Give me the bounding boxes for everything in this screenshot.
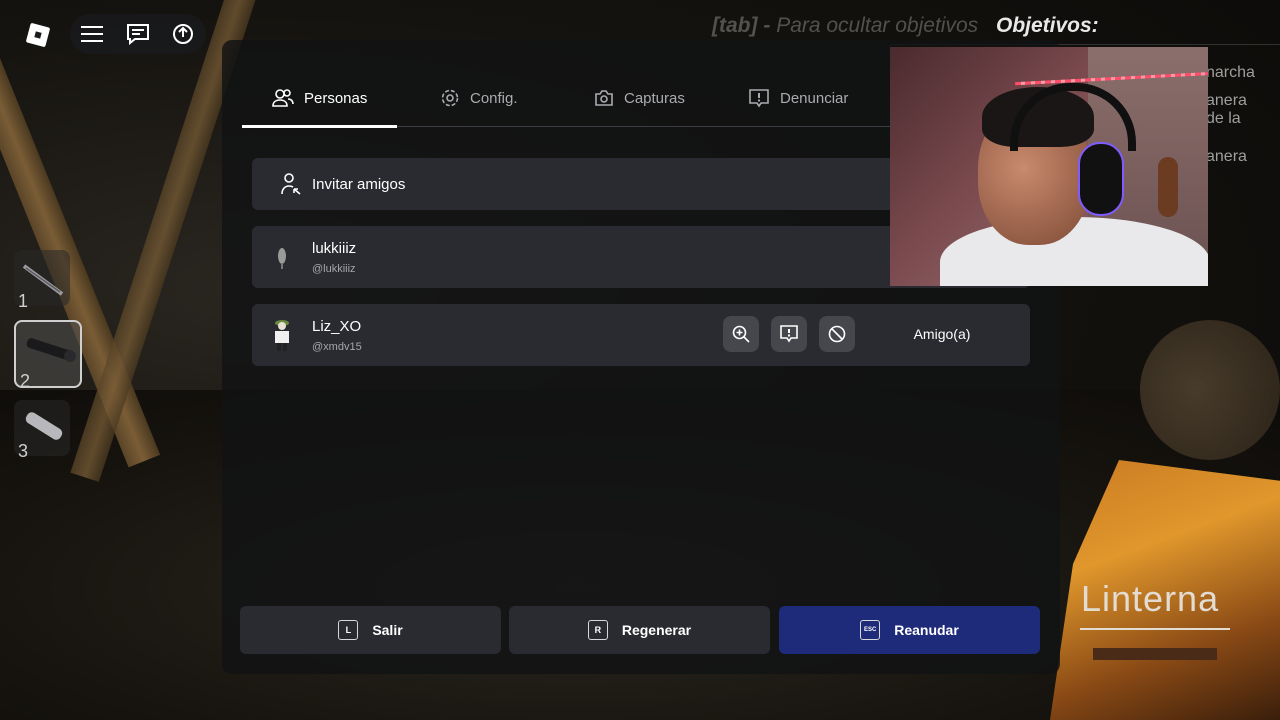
flashlight-icon (26, 338, 76, 362)
roblox-topbar (70, 14, 206, 54)
wooden-post (1140, 320, 1280, 460)
button-label: Salir (372, 622, 403, 638)
hotbar-slot-2[interactable]: 2 (14, 320, 82, 391)
report-player-button[interactable] (771, 316, 807, 352)
inspect-button[interactable] (723, 316, 759, 352)
avatar-switch-icon[interactable] (168, 19, 198, 49)
tab-denunciar[interactable]: Denunciar (748, 70, 848, 126)
tab-capturas[interactable]: Capturas (594, 70, 685, 126)
slot-number: 3 (18, 441, 29, 461)
button-label: Reanudar (894, 622, 959, 638)
tool-underline (1080, 628, 1230, 630)
key-hint: R (587, 620, 608, 640)
objective-item: de la (1206, 110, 1241, 127)
button-label: Regenerar (621, 622, 692, 638)
friend-status: Amigo(a) (913, 326, 971, 342)
objectives-header: [tab] - Para ocultar objetivos Objetivos… (712, 14, 1099, 38)
roblox-logo-icon[interactable] (24, 21, 52, 49)
player-display-name: lukkiiiz (312, 240, 357, 257)
leave-button[interactable]: L Salir (240, 606, 501, 654)
people-icon (272, 89, 294, 107)
resume-button[interactable]: ESC Reanudar (779, 606, 1040, 654)
key-hint: ESC (860, 620, 881, 640)
gear-icon (441, 89, 459, 107)
invite-person-icon (281, 173, 301, 195)
objectives-list: narcha anera de la anera (1206, 64, 1280, 166)
tab-label: Config. (470, 89, 518, 107)
slot-number: 1 (18, 291, 29, 311)
zoom-in-icon (732, 325, 750, 343)
objective-item: anera (1206, 148, 1247, 165)
tool-bar (1093, 648, 1217, 660)
objective-item: narcha (1206, 64, 1255, 81)
equipped-tool-name: Linterna (1081, 578, 1220, 619)
guitar (1158, 157, 1178, 217)
tab-label: Denunciar (780, 89, 849, 107)
headset-icon (1078, 142, 1124, 216)
report-icon (749, 89, 769, 108)
objectives-hint: [tab] - Para ocultar objetivos (712, 14, 979, 37)
camera-icon (595, 90, 613, 106)
hotbar-slot-1[interactable]: 1 (14, 250, 70, 311)
player-display-name: Liz_XO (312, 318, 362, 335)
webcam-overlay (890, 47, 1208, 286)
objective-item: anera (1206, 92, 1247, 109)
respawn-button[interactable]: R Regenerar (509, 606, 770, 654)
invite-label: Invitar amigos (312, 175, 406, 193)
player-username: @lukkiiiz (312, 263, 356, 275)
block-player-button[interactable] (819, 316, 855, 352)
key-hint: L (338, 620, 359, 640)
tab-config[interactable]: Config. (440, 70, 518, 126)
slot-number: 2 (20, 371, 31, 391)
tab-label: Capturas (624, 89, 685, 107)
avatar (278, 248, 286, 269)
player-username: @xmdv15 (312, 341, 362, 353)
chat-icon[interactable] (123, 19, 153, 49)
player-row[interactable]: Liz_XO @xmdv15 Amigo(a) (252, 304, 1030, 366)
avatar (275, 320, 289, 351)
objectives-title: Objetivos: (995, 14, 1099, 37)
hotbar-slot-3[interactable]: 3 (14, 400, 70, 461)
tab-personas[interactable]: Personas (241, 70, 398, 128)
report-icon (780, 325, 798, 343)
block-icon (828, 325, 846, 343)
tab-label: Personas (304, 89, 368, 107)
hamburger-menu-icon[interactable] (78, 19, 108, 49)
